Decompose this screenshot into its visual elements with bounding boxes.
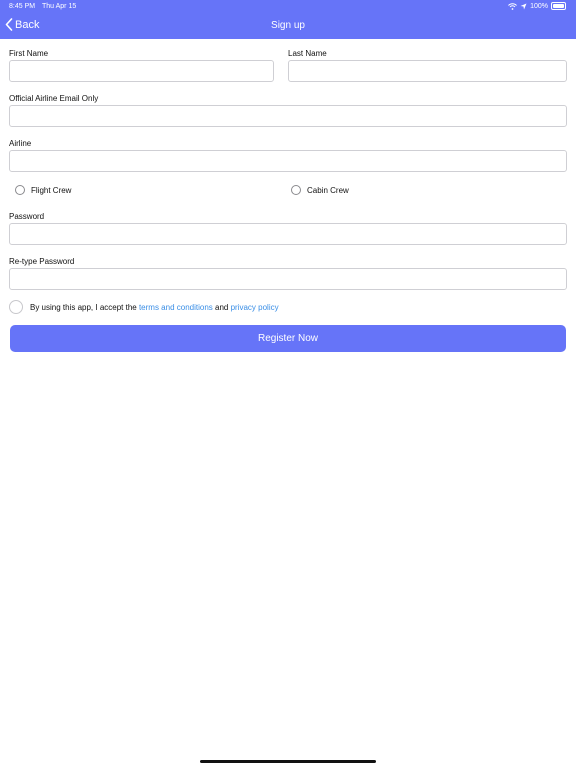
airline-label: Airline [9,139,32,148]
password-field[interactable] [9,223,567,245]
last-name-input[interactable] [289,61,566,81]
airline-input[interactable] [10,151,566,171]
register-button[interactable]: Register Now [10,325,566,352]
first-name-label: First Name [9,49,49,58]
email-label: Official Airline Email Only [9,94,99,103]
retype-password-input[interactable] [10,269,566,289]
privacy-link[interactable]: privacy policy [231,303,279,312]
first-name-input[interactable] [10,61,273,81]
flight-crew-radio[interactable]: Flight Crew [15,185,71,195]
radio-unchecked-icon [15,185,25,195]
email-field[interactable] [9,105,567,127]
terms-middle: and [212,302,231,312]
last-name-label: Last Name [288,49,327,58]
email-input[interactable] [10,106,566,126]
retype-password-label: Re-type Password [9,257,75,266]
retype-password-field[interactable] [9,268,567,290]
battery-icon [551,2,566,10]
battery-percent: 100% [530,2,548,10]
password-label: Password [9,212,45,221]
status-date: Thu Apr 15 [42,3,77,10]
last-name-field[interactable] [288,60,567,82]
status-time: 8:45 PM [9,3,36,10]
page-title: Sign up [271,20,305,31]
terms-row: By using this app, I accept the terms an… [9,300,279,314]
cabin-crew-label: Cabin Crew [307,185,349,195]
password-input[interactable] [10,224,566,244]
terms-checkbox[interactable] [9,300,23,314]
status-bar: 8:45 PM Thu Apr 15 100% [0,0,576,13]
wifi-icon [508,2,517,10]
airline-field[interactable] [9,150,567,172]
radio-unchecked-icon [291,185,301,195]
location-icon [520,3,527,9]
status-indicators: 100% [508,2,566,10]
navigation-bar: Back Sign up [0,13,576,39]
home-indicator [200,760,376,763]
flight-crew-label: Flight Crew [31,185,72,195]
first-name-field[interactable] [9,60,274,82]
terms-prefix: By using this app, I accept the [30,302,139,312]
cabin-crew-radio[interactable]: Cabin Crew [291,185,349,195]
terms-link[interactable]: terms and conditions [139,303,213,312]
